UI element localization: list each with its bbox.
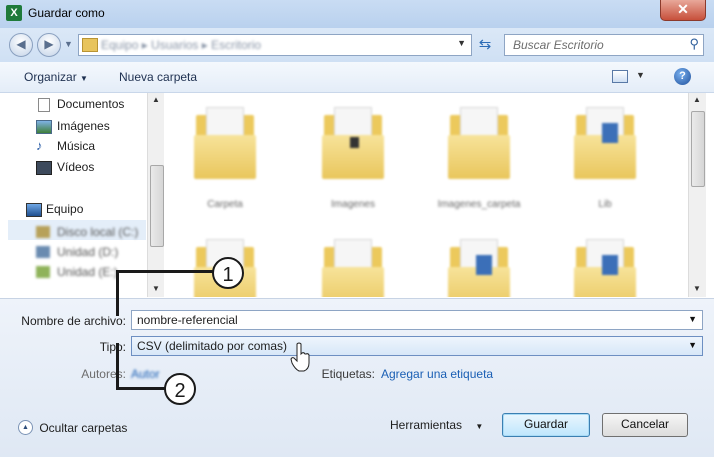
folder-icon[interactable] (444, 101, 514, 181)
callout-line (116, 387, 166, 390)
hide-folders-button[interactable]: ▲ Ocultar carpetas (18, 420, 128, 436)
window-title: Guardar como (28, 6, 105, 20)
hide-folders-label: Ocultar carpetas (39, 420, 128, 435)
search-placeholder: Buscar Escritorio (513, 38, 604, 52)
view-mode-icon[interactable] (612, 70, 628, 83)
scrollbar-thumb[interactable] (150, 165, 164, 247)
file-label: Carpeta (207, 199, 243, 210)
music-icon: ♪ (36, 138, 43, 153)
drive-icon (36, 266, 50, 278)
forward-button[interactable]: ▶ (37, 33, 61, 57)
callout-line (116, 343, 119, 389)
title-bar: X Guardar como ✕ (0, 0, 714, 28)
address-bar[interactable]: Equipo ▸ Usuarios ▸ Escritorio ▼ (78, 34, 472, 56)
callout-line (116, 270, 214, 273)
callout-two: 2 (164, 373, 196, 405)
folder-icon[interactable] (444, 233, 514, 297)
filename-value: nombre-referencial (137, 313, 238, 327)
close-icon: ✕ (677, 1, 689, 17)
search-input[interactable]: Buscar Escritorio ⚲ (504, 34, 704, 56)
type-label: Tipo: (99, 340, 126, 354)
folder-icon[interactable] (318, 233, 388, 297)
callout-one: 1 (212, 257, 244, 289)
add-tag-link[interactable]: Agregar una etiqueta (381, 367, 493, 381)
cancel-button[interactable]: Cancelar (602, 413, 688, 437)
history-dropdown-icon[interactable]: ▼ (64, 39, 73, 49)
close-button[interactable]: ✕ (660, 0, 706, 21)
back-arrow-icon: ◀ (16, 37, 26, 51)
folder-icon[interactable] (190, 101, 260, 181)
type-select[interactable]: CSV (delimitado por comas) ▼ (131, 336, 703, 356)
file-list-scrollbar[interactable]: ▲ ▼ (688, 93, 706, 297)
view-dropdown-icon[interactable]: ▼ (636, 70, 645, 80)
filename-label: Nombre de archivo: (21, 314, 126, 328)
search-icon[interactable]: ⚲ (689, 36, 699, 52)
tools-button[interactable]: Herramientas ▼ (390, 418, 483, 432)
drive-icon (36, 246, 50, 258)
file-label: Lib (598, 199, 612, 210)
back-button[interactable]: ◀ (9, 33, 33, 57)
computer-icon (26, 203, 42, 217)
refresh-icon[interactable]: ⇆ (474, 35, 496, 55)
organize-button[interactable]: Organizar ▼ (24, 70, 88, 84)
authors-label: Autores: (81, 367, 126, 381)
chevron-down-icon[interactable]: ▼ (688, 314, 697, 324)
callout-line (116, 270, 119, 316)
scroll-up-icon[interactable]: ▲ (152, 95, 160, 104)
file-label: Imagenes_carpeta (437, 199, 521, 210)
chevron-down-icon[interactable]: ▼ (688, 340, 697, 350)
folder-icon (82, 38, 98, 52)
folder-icon[interactable] (570, 101, 640, 181)
videos-icon (36, 161, 52, 175)
scroll-down-icon[interactable]: ▼ (693, 284, 701, 293)
chevron-down-icon: ▼ (80, 74, 88, 83)
forward-arrow-icon: ▶ (44, 37, 54, 51)
scrollbar-thumb[interactable] (691, 111, 705, 187)
pictures-icon (36, 120, 52, 134)
drive-icon (36, 226, 50, 238)
navigation-pane: Documentos Imágenes ♪ Música Vídeos Equi… (0, 93, 146, 297)
authors-value[interactable]: Autor (131, 367, 160, 381)
excel-icon: X (6, 5, 22, 21)
scroll-down-icon[interactable]: ▼ (152, 284, 160, 293)
scroll-up-icon[interactable]: ▲ (693, 95, 701, 104)
hand-cursor-icon (290, 342, 310, 372)
help-icon[interactable]: ? (674, 68, 691, 85)
new-folder-button[interactable]: Nueva carpeta (119, 70, 197, 84)
file-label: Imagenes (331, 199, 375, 210)
filename-input[interactable]: nombre-referencial ▼ (131, 310, 703, 330)
address-path: Equipo ▸ Usuarios ▸ Escritorio (101, 38, 262, 52)
documents-icon (38, 98, 50, 112)
chevron-up-icon: ▲ (18, 420, 33, 436)
chevron-down-icon: ▼ (475, 422, 484, 431)
folder-icon[interactable] (570, 233, 640, 297)
navigation-scrollbar[interactable]: ▲ ▼ (147, 93, 165, 297)
address-row: ◀ ▶ ▼ Equipo ▸ Usuarios ▸ Escritorio ▼ ⇆… (0, 28, 714, 62)
save-button[interactable]: Guardar (502, 413, 590, 437)
command-bar: Organizar ▼ Nueva carpeta ▼ ? (0, 62, 714, 93)
chevron-down-icon[interactable]: ▼ (457, 38, 466, 48)
type-value: CSV (delimitado por comas) (137, 339, 288, 353)
folder-icon[interactable] (318, 101, 388, 181)
